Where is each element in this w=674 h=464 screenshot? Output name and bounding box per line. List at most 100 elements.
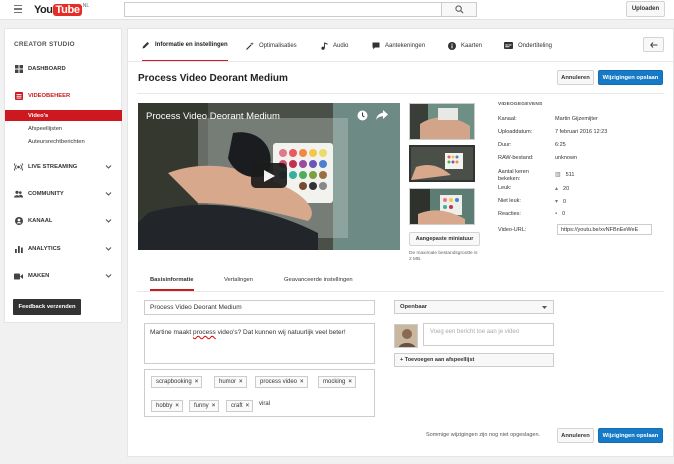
- chevron-down-icon[interactable]: [105, 217, 112, 224]
- sidebar-subitem-videos[interactable]: Video's: [5, 110, 122, 121]
- tag-label: hobby: [156, 403, 173, 409]
- remove-tag-icon[interactable]: ×: [175, 403, 179, 409]
- detail-value-text: 6:25: [555, 142, 566, 148]
- privacy-dropdown[interactable]: Openbaar: [394, 300, 554, 314]
- sidebar-item-dashboard[interactable]: DASHBOARD: [5, 62, 122, 76]
- subtab-advanced-settings[interactable]: Geavanceerde instellingen: [284, 277, 353, 291]
- chevron-down-icon[interactable]: [105, 163, 112, 170]
- tag-label: scrapbooking: [156, 379, 192, 385]
- watch-later-icon[interactable]: [357, 110, 368, 121]
- tag-chip: mocking ×: [318, 376, 356, 388]
- detail-value-comments: ▪ 0: [555, 211, 565, 217]
- play-icon: [263, 169, 275, 182]
- tab-cards[interactable]: Kaarten: [448, 29, 482, 62]
- sidebar-subitem-copyright[interactable]: Auteursrechtberichten: [5, 136, 122, 147]
- tab-label: Ondertiteling: [518, 42, 553, 49]
- tab-info-settings[interactable]: Informatie en instellingen: [142, 29, 228, 62]
- tab-subtitles[interactable]: Ondertiteling: [504, 29, 552, 62]
- cancel-button-bottom[interactable]: Annuleren: [557, 428, 594, 443]
- arrow-back-icon: [649, 41, 657, 48]
- video-url-field[interactable]: https://youtu.be/xvNFBnEeWeE: [557, 224, 652, 235]
- sidebar-item-label: MAKEN: [28, 273, 50, 279]
- remove-tag-icon[interactable]: ×: [300, 379, 304, 385]
- subtab-basic-info[interactable]: Basisinformatie: [150, 277, 194, 291]
- detail-value-text: unknown: [555, 155, 578, 161]
- player-title: Process Video Deorant Medium: [146, 111, 280, 122]
- tab-label: Aantekeningen: [385, 42, 426, 49]
- sidebar-item-label: DASHBOARD: [28, 66, 66, 72]
- sidebar-item-community[interactable]: COMMUNITY: [5, 187, 122, 201]
- details-heading: VIDEOGEGEVENS: [498, 102, 543, 107]
- logo-you: You: [34, 4, 53, 16]
- save-button-bottom[interactable]: Wijzigingen opslaan: [598, 428, 663, 443]
- tab-label: Kaarten: [461, 42, 483, 49]
- comment-icon: ▪: [555, 211, 558, 217]
- detail-value-raw-file: unknown: [555, 155, 577, 161]
- title-input[interactable]: Process Video Deorant Medium: [144, 300, 375, 315]
- remove-tag-icon[interactable]: ×: [195, 379, 199, 385]
- remove-tag-icon[interactable]: ×: [212, 403, 216, 409]
- detail-value-duration: 6:25: [555, 142, 566, 148]
- search-button[interactable]: [442, 2, 477, 17]
- tab-audio[interactable]: Audio: [321, 29, 348, 62]
- menu-icon[interactable]: [14, 5, 22, 13]
- custom-thumbnail-button[interactable]: Aangepaste miniatuur: [409, 232, 480, 246]
- tab-divider: [127, 61, 674, 62]
- search-input[interactable]: [124, 2, 442, 17]
- upload-button[interactable]: Uploaden: [626, 1, 665, 17]
- add-to-playlist-button[interactable]: + Toevoegen aan afspeellijst: [394, 353, 554, 367]
- back-button[interactable]: [643, 37, 664, 52]
- sidebar-item-analytics[interactable]: ANALYTICS: [5, 242, 122, 256]
- sidebar-item-video-manager[interactable]: VIDEOBEHEER: [5, 89, 122, 103]
- cancel-button[interactable]: Annuleren: [557, 70, 594, 85]
- subtab-divider: [137, 291, 664, 292]
- sidebar-item-create[interactable]: MAKEN: [5, 269, 122, 283]
- description-textarea[interactable]: Martine maakt process video's? Dat kunne…: [144, 323, 375, 364]
- detail-value-text: 7 februari 2016 12:23: [555, 129, 608, 135]
- page-title: Process Video Deorant Medium: [138, 73, 288, 84]
- tags-field[interactable]: scrapbooking × humor × process video × mock…: [144, 369, 375, 417]
- sidebar-item-live-streaming[interactable]: LIVE STREAMING: [5, 160, 122, 174]
- save-button[interactable]: Wijzigingen opslaan: [598, 70, 663, 85]
- chevron-down-icon[interactable]: [105, 245, 112, 252]
- chevron-down-icon[interactable]: [105, 190, 112, 197]
- detail-value-text: 0: [562, 211, 566, 217]
- thumbs-down-icon: ▾: [555, 199, 559, 205]
- play-button[interactable]: [251, 163, 287, 188]
- tab-annotations[interactable]: Aantekeningen: [372, 29, 425, 62]
- sidebar-item-channel[interactable]: KANAAL: [5, 214, 122, 228]
- detail-label-channel: Kanaal:: [498, 116, 517, 122]
- thumbnail-option-3[interactable]: [409, 188, 475, 225]
- subtitles-icon: [504, 42, 513, 49]
- detail-value-text: 511: [565, 171, 575, 178]
- remove-tag-icon[interactable]: ×: [246, 403, 250, 409]
- youtube-logo[interactable]: You Tube NL: [34, 3, 89, 17]
- tag-label: craft: [231, 403, 243, 409]
- tag-input[interactable]: viral: [259, 401, 270, 407]
- tag-label: funny: [194, 403, 209, 409]
- pencil-icon: [142, 41, 150, 49]
- tag-label: mocking: [323, 379, 346, 385]
- sidebar-subitem-playlists[interactable]: Afspeellijsten: [5, 123, 122, 134]
- remove-tag-icon[interactable]: ×: [348, 379, 352, 385]
- subtab-translations[interactable]: Vertalingen: [224, 277, 253, 291]
- sidebar-item-label: ANALYTICS: [28, 246, 61, 252]
- tab-optimizations[interactable]: Optimalisaties: [246, 29, 297, 62]
- remove-tag-icon[interactable]: ×: [239, 379, 243, 385]
- detail-label-raw-file: RAW-bestand:: [498, 155, 534, 161]
- thumbnail-option-2[interactable]: [409, 145, 475, 182]
- video-message-input[interactable]: Voeg een bericht toe aan je video: [423, 323, 554, 346]
- share-icon[interactable]: [376, 110, 388, 120]
- detail-value-views: ▥ 511: [555, 171, 575, 179]
- views-chart-icon: ▥: [555, 172, 561, 178]
- feedback-button[interactable]: Feedback verzenden: [13, 299, 81, 315]
- chevron-down-icon[interactable]: [105, 272, 112, 279]
- video-player[interactable]: Process Video Deorant Medium: [138, 103, 400, 250]
- live-streaming-icon: [14, 163, 23, 172]
- description-text-start: Martine maakt: [150, 329, 193, 336]
- thumbnail-option-1[interactable]: [409, 103, 475, 140]
- detail-value-text: 20: [563, 185, 570, 192]
- detail-value-channel: Martin Gijzemijter: [555, 116, 598, 122]
- tag-label: humor: [219, 379, 237, 385]
- tag-label: process video: [260, 379, 298, 385]
